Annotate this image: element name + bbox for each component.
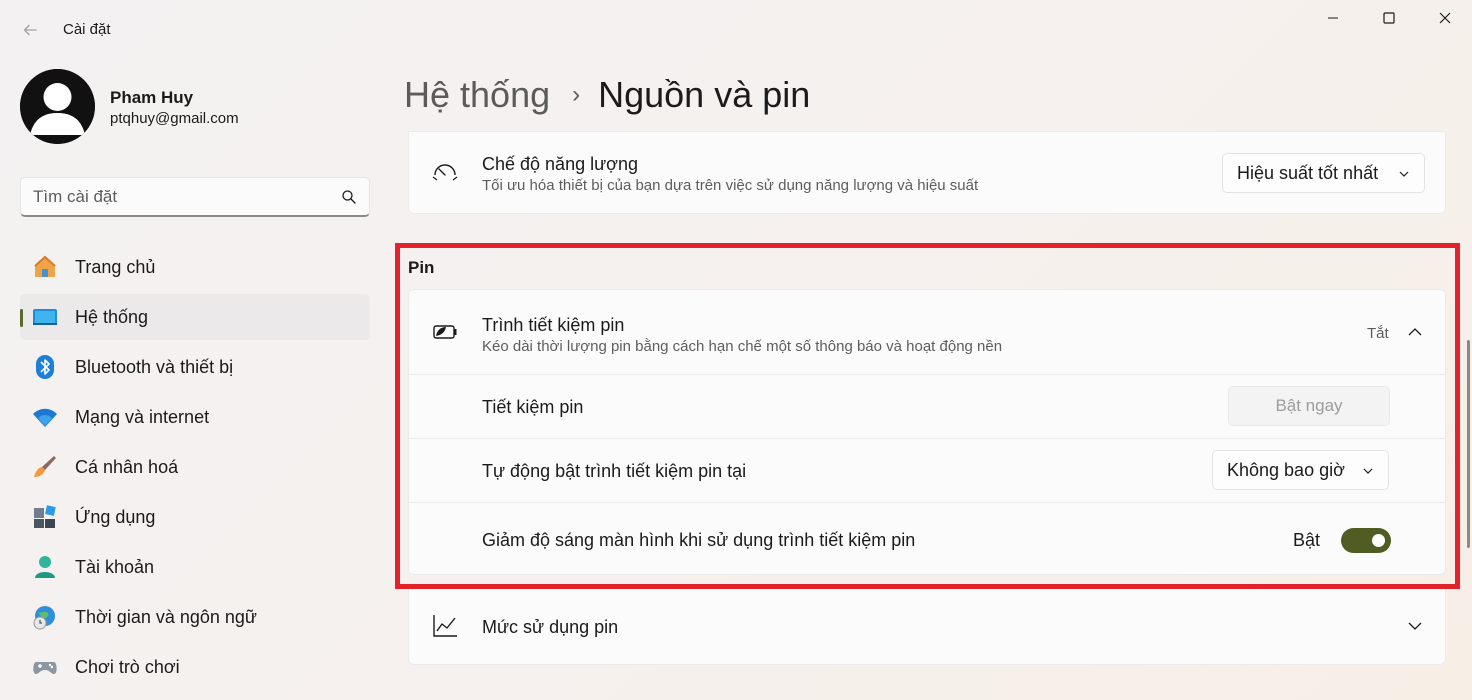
avatar <box>20 69 95 144</box>
sidebar-item-label: Chơi trò chơi <box>75 656 180 677</box>
user-email: ptqhuy@gmail.com <box>110 110 239 127</box>
sidebar-item-label: Ứng dụng <box>75 506 156 527</box>
search-box[interactable] <box>20 177 370 217</box>
sidebar-item-system[interactable]: Hệ thống <box>20 294 370 340</box>
battery-saver-title: Trình tiết kiệm pin <box>482 315 625 335</box>
breadcrumb-parent[interactable]: Hệ thống <box>404 74 550 116</box>
line-chart-icon <box>431 612 459 640</box>
chevron-down-icon <box>1363 468 1373 474</box>
close-icon <box>1439 12 1451 24</box>
sidebar-item-bluetooth[interactable]: Bluetooth và thiết bị <box>20 344 370 390</box>
toggle-knob <box>1372 534 1385 547</box>
minimize-icon <box>1328 17 1338 19</box>
app-title: Cài đặt <box>63 21 111 38</box>
home-icon <box>32 254 58 280</box>
dim-screen-toggle[interactable] <box>1341 528 1391 553</box>
title-bar: Cài đặt <box>0 0 1472 60</box>
auto-on-row: Tự động bật trình tiết kiệm pin tại Khôn… <box>409 438 1445 502</box>
page-title: Nguồn và pin <box>598 74 811 115</box>
battery-saver-icon <box>431 318 459 346</box>
sidebar-item-label: Mạng và internet <box>75 406 210 427</box>
battery-saver-description: Kéo dài thời lượng pin bằng cách hạn chế… <box>482 338 1003 355</box>
sidebar-nav: Trang chủ Hệ thống Bluetooth và thiết bị <box>20 244 370 694</box>
search-input[interactable] <box>33 186 333 208</box>
default-user-icon <box>20 69 95 144</box>
power-mode-dropdown[interactable]: Hiệu suất tốt nhất <box>1222 153 1425 193</box>
auto-on-label: Tự động bật trình tiết kiệm pin tại <box>482 461 747 481</box>
back-arrow-icon <box>23 24 37 36</box>
wifi-icon <box>32 404 58 430</box>
time-language-icon <box>32 604 58 630</box>
bluetooth-icon <box>32 354 58 380</box>
sidebar-item-personalization[interactable]: Cá nhân hoá <box>20 444 370 490</box>
battery-usage-title: Mức sử dụng pin <box>482 617 619 637</box>
battery-saver-status: Tắt <box>1367 325 1389 342</box>
battery-usage-card[interactable]: Mức sử dụng pin <box>408 585 1446 665</box>
chevron-down-icon[interactable] <box>1401 612 1429 640</box>
dim-screen-state-label: Bật <box>1293 530 1321 550</box>
back-button[interactable] <box>14 14 46 46</box>
sidebar-item-network[interactable]: Mạng và internet <box>20 394 370 440</box>
apps-icon <box>32 504 58 530</box>
sidebar-item-time-language[interactable]: Thời gian và ngôn ngữ <box>20 594 370 640</box>
maximize-button[interactable] <box>1360 0 1418 36</box>
gaming-icon <box>32 654 58 680</box>
auto-on-value: Không bao giờ <box>1227 459 1345 480</box>
dim-screen-row: Giảm độ sáng màn hình khi sử dụng trình … <box>409 502 1445 574</box>
power-mode-card: Chế độ năng lượng Tối ưu hóa thiết bị củ… <box>408 131 1446 214</box>
sidebar-item-accounts[interactable]: Tài khoản <box>20 544 370 590</box>
chevron-down-icon <box>1399 171 1409 177</box>
sidebar-item-label: Trang chủ <box>75 256 156 277</box>
breadcrumb-separator: › <box>572 81 581 108</box>
minimize-button[interactable] <box>1304 0 1362 36</box>
account-icon <box>32 554 58 580</box>
sidebar-item-label: Hệ thống <box>75 306 149 327</box>
auto-on-dropdown[interactable]: Không bao giờ <box>1212 450 1389 490</box>
sidebar-item-label: Bluetooth và thiết bị <box>75 356 234 377</box>
maximize-icon <box>1383 12 1395 24</box>
dim-screen-label: Giảm độ sáng màn hình khi sử dụng trình … <box>482 530 916 550</box>
breadcrumb: Hệ thống › Nguồn và pin <box>404 70 810 120</box>
turn-on-now-button[interactable]: Bật ngay <box>1228 386 1390 426</box>
sidebar-item-apps[interactable]: Ứng dụng <box>20 494 370 540</box>
battery-saver-now-label: Tiết kiệm pin <box>482 397 584 417</box>
sidebar-item-gaming[interactable]: Chơi trò chơi <box>20 644 370 690</box>
power-mode-description: Tối ưu hóa thiết bị của bạn dựa trên việ… <box>482 177 979 194</box>
system-icon <box>32 304 58 330</box>
sidebar-item-label: Tài khoản <box>75 556 155 577</box>
chevron-up-icon[interactable] <box>1401 318 1429 346</box>
battery-saver-now-row: Tiết kiệm pin Bật ngay <box>409 374 1445 438</box>
search-icon <box>342 190 356 204</box>
sidebar-item-label: Cá nhân hoá <box>75 456 179 477</box>
speedometer-icon <box>431 156 459 184</box>
brush-icon <box>32 454 58 480</box>
close-button[interactable] <box>1416 0 1472 36</box>
user-name: Pham Huy <box>110 88 194 107</box>
scrollbar[interactable] <box>1467 340 1470 548</box>
section-label-battery: Pin <box>408 258 435 277</box>
power-mode-value: Hiệu suất tốt nhất <box>1237 162 1379 183</box>
battery-saver-header[interactable]: Trình tiết kiệm pin Kéo dài thời lượng p… <box>409 290 1445 374</box>
sidebar-item-label: Thời gian và ngôn ngữ <box>75 606 257 627</box>
sidebar-item-home[interactable]: Trang chủ <box>20 244 370 290</box>
battery-saver-card: Trình tiết kiệm pin Kéo dài thời lượng p… <box>408 289 1446 575</box>
power-mode-title: Chế độ năng lượng <box>482 154 638 174</box>
